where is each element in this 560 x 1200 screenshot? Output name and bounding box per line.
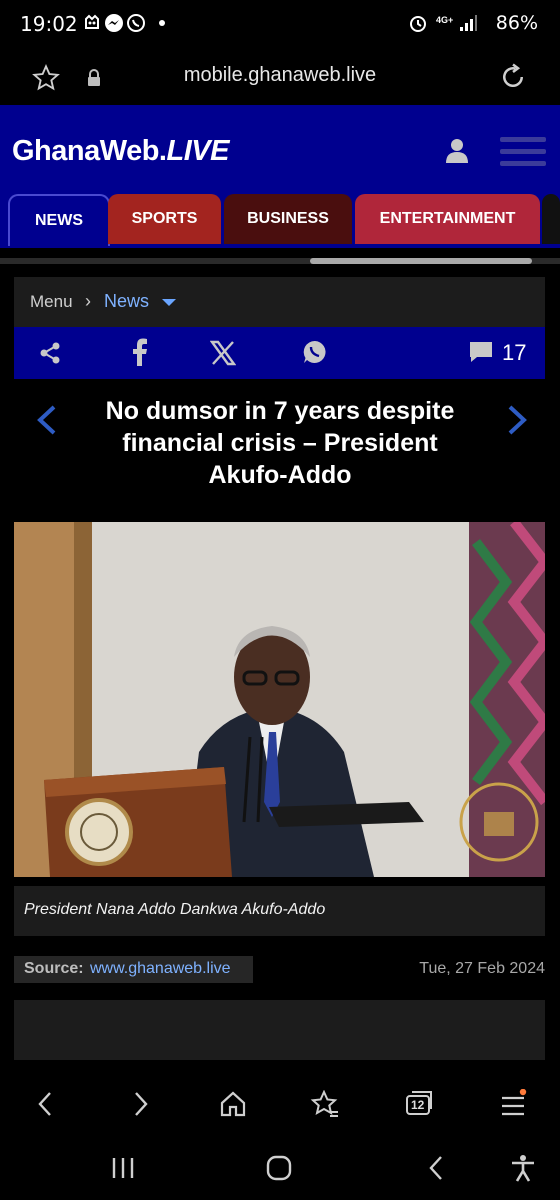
tab-business[interactable]: BUSINESS	[224, 194, 352, 244]
back-button[interactable]	[20, 1079, 70, 1129]
menu-icon	[502, 1089, 527, 1116]
hamburger-icon[interactable]	[500, 135, 546, 169]
tab-label: BUSINESS	[247, 210, 329, 227]
logo-main: GhanaWeb.	[12, 135, 167, 167]
browser-menu-button[interactable]	[488, 1079, 538, 1129]
source-link[interactable]: www.ghanaweb.live	[90, 960, 231, 978]
tab-label: NEWS	[35, 212, 83, 229]
tab-sports[interactable]: SPORTS	[108, 194, 221, 244]
home-nav-icon[interactable]	[266, 1155, 292, 1181]
whatsapp-status-icon	[127, 14, 145, 32]
back-icon	[38, 1092, 51, 1116]
status-time: 19:02	[20, 12, 78, 36]
source-label: Source:	[24, 960, 84, 977]
tabs-count: 12	[411, 1098, 425, 1112]
whatsapp-icon[interactable]	[302, 339, 328, 365]
back-nav-icon[interactable]	[426, 1155, 446, 1181]
site-header: GhanaWeb.LIVE	[0, 105, 560, 195]
alarm-icon	[410, 16, 426, 32]
tab-entertainment[interactable]: ENTERTAINMENT	[355, 194, 540, 244]
chevron-left-icon[interactable]	[34, 404, 58, 436]
address-bar: mobile.ghanaweb.live	[0, 50, 560, 105]
comment-icon[interactable]	[469, 341, 493, 363]
breadcrumb-current[interactable]: News	[104, 291, 149, 312]
article-photo[interactable]	[14, 522, 545, 877]
breadcrumb-separator: ›	[85, 291, 91, 311]
forward-icon	[135, 1092, 148, 1116]
logo-live: LIVE	[166, 135, 230, 167]
url-text[interactable]: mobile.ghanaweb.live	[0, 64, 560, 87]
user-icon[interactable]	[444, 137, 470, 165]
tab-news[interactable]: NEWS	[8, 194, 110, 246]
battery-level: 86%	[495, 12, 538, 34]
messenger-icon	[105, 14, 123, 32]
notification-icon	[85, 14, 99, 29]
bookmarks-button[interactable]	[300, 1079, 350, 1129]
chevron-down-icon[interactable]	[162, 299, 176, 306]
content-placeholder	[14, 1000, 545, 1060]
site-logo[interactable]: GhanaWeb.LIVE	[12, 135, 229, 168]
x-icon[interactable]	[210, 340, 236, 366]
recents-icon[interactable]	[110, 1156, 136, 1180]
home-button[interactable]	[208, 1079, 258, 1129]
chevron-right-icon[interactable]	[506, 404, 530, 436]
facebook-icon[interactable]	[130, 338, 148, 366]
network-type: 4G+	[436, 15, 454, 25]
breadcrumb-menu[interactable]: Menu	[30, 292, 73, 312]
system-navigation	[0, 1140, 560, 1200]
reload-icon[interactable]	[498, 62, 528, 92]
comment-count[interactable]: 17	[502, 340, 526, 366]
tab-more[interactable]	[542, 194, 560, 244]
status-bar: 19:02 4G+ 86%	[0, 0, 560, 50]
dot-icon	[159, 20, 165, 26]
accessibility-icon[interactable]	[510, 1154, 536, 1182]
article-source: Source: www.ghanaweb.live	[14, 956, 253, 983]
tab-label: SPORTS	[131, 210, 198, 227]
browser-toolbar: 12	[0, 1065, 560, 1140]
breadcrumb: Menu › News	[14, 277, 545, 327]
article-date: Tue, 27 Feb 2024	[419, 960, 545, 977]
share-bar: 17	[14, 327, 545, 379]
article-headline: No dumsor in 7 years despite financial c…	[105, 397, 455, 489]
tab-label: ENTERTAINMENT	[379, 210, 516, 227]
bookmark-icon	[310, 1090, 338, 1117]
photo-caption: President Nana Addo Dankwa Akufo-Addo	[24, 901, 326, 918]
home-icon	[220, 1091, 246, 1117]
signal-icon	[460, 15, 477, 31]
photo-caption-box: President Nana Addo Dankwa Akufo-Addo	[14, 886, 545, 936]
tabs-button[interactable]: 12	[394, 1079, 444, 1129]
share-icon[interactable]	[38, 341, 62, 365]
tabs-scroll-thumb[interactable]	[310, 258, 532, 264]
photo-illustration	[14, 522, 545, 877]
forward-button[interactable]	[116, 1079, 166, 1129]
category-tabs: NEWS SPORTS BUSINESS ENTERTAINMENT	[0, 190, 560, 248]
